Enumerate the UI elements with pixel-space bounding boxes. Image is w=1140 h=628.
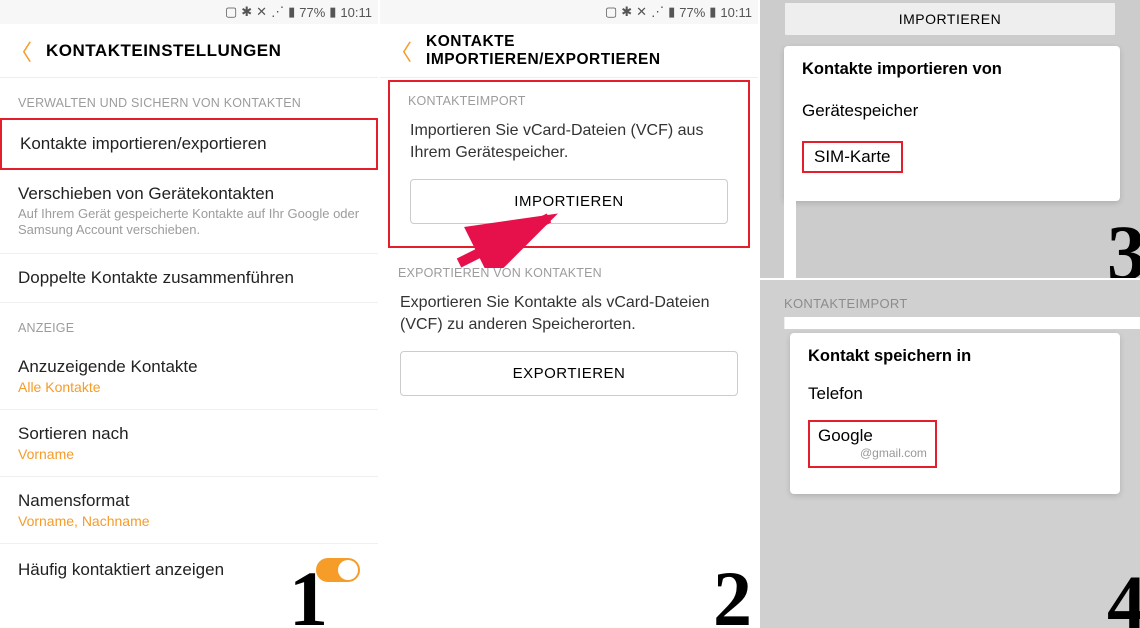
background-import-button: IMPORTIEREN [784,2,1116,36]
option-sim-card[interactable]: SIM-Karte [802,131,1102,183]
signal-icon: ▮ [668,4,675,20]
dialog-title: Kontakt speichern in [808,347,1102,366]
export-description: Exportieren Sie Kontakte als vCard-Datei… [380,288,758,351]
section-import: KONTAKTEIMPORT [390,82,748,116]
option-phone[interactable]: Telefon [808,376,1102,412]
background-strip [784,52,796,278]
signal-icon: ▮ [288,4,295,20]
item-nameformat-sub: Vorname, Nachname [18,513,360,529]
option-google[interactable]: Google @gmail.com [808,412,1102,476]
bluetooth-icon: ✱ [621,4,632,20]
item-import-export-label: Kontakte importieren/exportieren [20,134,358,154]
clock-text: 10:11 [720,5,752,20]
export-button[interactable]: EXPORTIEREN [400,351,738,396]
wifi-icon: ⋰ [271,4,284,20]
item-freq-label: Häufig kontaktiert anzeigen [18,560,224,580]
battery-text: 77% [679,5,705,20]
option-phone-label: Telefon [808,384,863,403]
panel-2-import-export: ▢ ✱ ✕ ⋰ ▮ 77% ▮ 10:11 〈 KONTAKTE IMPORTI… [380,0,760,628]
section-manage: VERWALTEN UND SICHERN VON KONTAKTEN [0,78,378,118]
clock-text: 10:11 [340,5,372,20]
item-sort-label: Sortieren nach [18,424,360,444]
option-google-label: Google [818,426,873,445]
panel-3-4-wrapper: IMPORTIEREN Kontakte importieren von Ger… [760,0,1140,628]
section-display: ANZEIGE [0,303,378,343]
bluetooth-icon: ✱ [241,4,252,20]
annotation-arrow [454,208,564,268]
status-bar: ▢ ✱ ✕ ⋰ ▮ 77% ▮ 10:11 [0,0,378,24]
page-title: KONTAKTEINSTELLUNGEN [46,41,281,61]
option-device-storage-label: Gerätespeicher [802,101,918,120]
item-move-label: Verschieben von Gerätekontakten [18,184,360,204]
mute-icon: ✕ [636,4,647,20]
section-export: EXPORTIEREN VON KONTAKTEN [380,248,758,288]
import-description: Importieren Sie vCard-Dateien (VCF) aus … [390,116,748,179]
battery-icon: ▮ [709,4,716,20]
nfc-icon: ▢ [605,4,617,20]
dialog-save-to: Kontakt speichern in Telefon Google @gma… [790,333,1120,494]
item-import-export[interactable]: Kontakte importieren/exportieren [0,118,378,170]
dialog-title: Kontakte importieren von [802,60,1102,79]
item-move-contacts[interactable]: Verschieben von Gerätekontakten Auf Ihre… [0,170,378,254]
background-import-label: IMPORTIEREN [899,11,1001,27]
item-contacts-to-show[interactable]: Anzuzeigende Kontakte Alle Kontakte [0,343,378,410]
app-bar: 〈 KONTAKTE IMPORTIEREN/EXPORTIEREN [380,24,758,78]
item-sort-by[interactable]: Sortieren nach Vorname [0,410,378,477]
app-bar: 〈 KONTAKTEINSTELLUNGEN [0,24,378,78]
item-move-sub: Auf Ihrem Gerät gespeicherte Kontakte au… [18,206,360,239]
mute-icon: ✕ [256,4,267,20]
step-number-3: 3 [1107,214,1140,280]
battery-icon: ▮ [329,4,336,20]
back-icon[interactable]: 〈 [10,35,32,67]
item-sort-sub: Vorname [18,446,360,462]
dialog-import-from: Kontakte importieren von Gerätespeicher … [784,46,1120,201]
item-display-sub: Alle Kontakte [18,379,360,395]
page-title: KONTAKTE IMPORTIEREN/EXPORTIEREN [426,33,748,69]
item-name-format[interactable]: Namensformat Vorname, Nachname [0,477,378,544]
export-button-label: EXPORTIEREN [513,365,626,382]
panel-1-contact-settings: ▢ ✱ ✕ ⋰ ▮ 77% ▮ 10:11 〈 KONTAKTEINSTELLU… [0,0,380,628]
option-device-storage[interactable]: Gerätespeicher [802,91,1102,131]
step-number-2: 2 [713,560,752,628]
panel-3-import-from: IMPORTIEREN Kontakte importieren von Ger… [760,0,1140,280]
section-import-label: KONTAKTEIMPORT [760,280,1140,317]
item-nameformat-label: Namensformat [18,491,360,511]
wifi-icon: ⋰ [651,4,664,20]
step-number-4: 4 [1107,564,1140,628]
item-merge-label: Doppelte Kontakte zusammenführen [18,268,360,288]
status-bar: ▢ ✱ ✕ ⋰ ▮ 77% ▮ 10:11 [380,0,758,24]
panel-4-save-to: KONTAKTEIMPORT Kontakt speichern in Tele… [760,280,1140,628]
highlight-import-section: KONTAKTEIMPORT Importieren Sie vCard-Dat… [388,80,750,248]
back-icon[interactable]: 〈 [390,35,412,67]
item-merge-duplicates[interactable]: Doppelte Kontakte zusammenführen [0,254,378,303]
nfc-icon: ▢ [225,4,237,20]
step-number-1: 1 [289,560,328,628]
option-google-sub: @gmail.com [818,446,927,460]
option-sim-card-label: SIM-Karte [802,141,903,173]
battery-text: 77% [299,5,325,20]
item-display-label: Anzuzeigende Kontakte [18,357,360,377]
background-strip [784,317,1140,329]
